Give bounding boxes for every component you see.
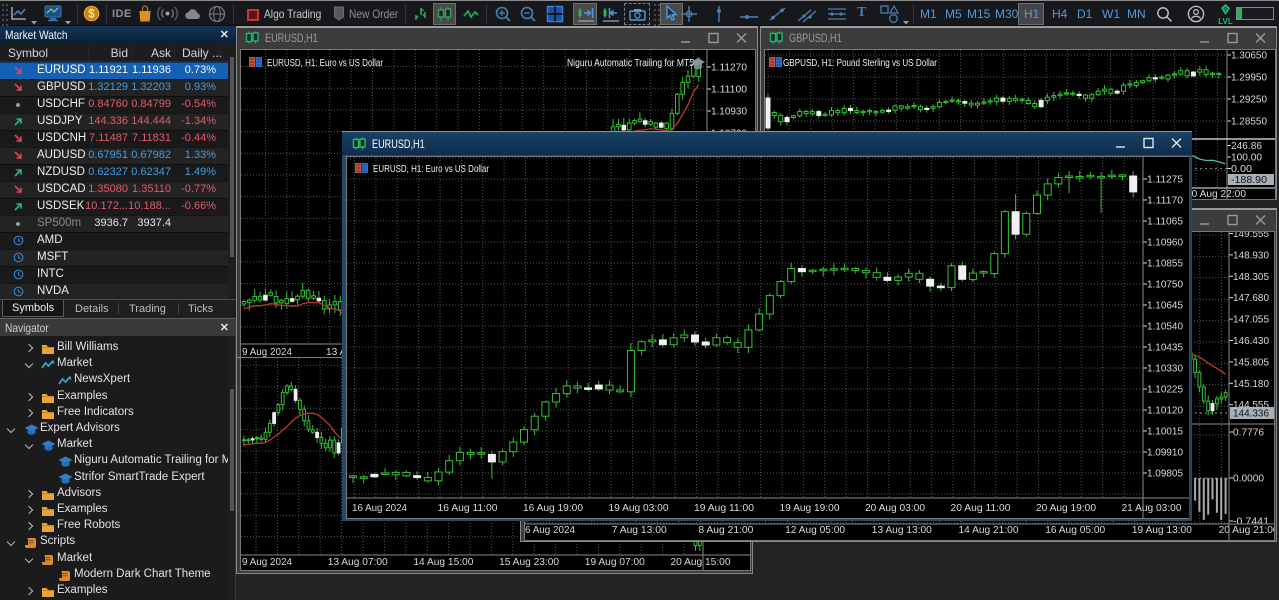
svg-text:19 Aug 11:00: 19 Aug 11:00 bbox=[694, 502, 754, 514]
svg-text:19 Aug 03:00: 19 Aug 03:00 bbox=[609, 502, 669, 514]
svg-text:1.10855: 1.10855 bbox=[1147, 258, 1183, 270]
svg-text:12 Aug 05:00: 12 Aug 05:00 bbox=[785, 524, 845, 536]
svg-text:20 Aug 15:00: 20 Aug 15:00 bbox=[671, 556, 731, 568]
svg-text:148.930: 148.930 bbox=[1233, 249, 1269, 261]
svg-text:LVL: LVL bbox=[1218, 17, 1233, 25]
svg-text:20 Aug 03:00: 20 Aug 03:00 bbox=[865, 502, 925, 514]
svg-text:9 Aug 2024: 9 Aug 2024 bbox=[242, 346, 292, 357]
svg-text:1.11100: 1.11100 bbox=[711, 84, 747, 96]
svg-text:20 Aug 19:00: 20 Aug 19:00 bbox=[1036, 502, 1096, 514]
svg-text:147.680: 147.680 bbox=[1233, 292, 1269, 304]
svg-text:1.29950: 1.29950 bbox=[1231, 72, 1267, 84]
svg-text:20 Aug 11:00: 20 Aug 11:00 bbox=[951, 502, 1011, 514]
svg-text:146.430: 146.430 bbox=[1233, 335, 1269, 347]
svg-text:0.7776: 0.7776 bbox=[1233, 427, 1264, 439]
svg-text:-188.90: -188.90 bbox=[1231, 174, 1267, 186]
svg-text:14 Aug 21:00: 14 Aug 21:00 bbox=[959, 524, 1019, 536]
svg-text:1.10540: 1.10540 bbox=[1147, 321, 1183, 333]
svg-text:1.10330: 1.10330 bbox=[1147, 363, 1183, 375]
svg-text:EURUSD, H1: Euro vs US Dollar: EURUSD, H1: Euro vs US Dollar bbox=[267, 57, 383, 69]
svg-text:1.10225: 1.10225 bbox=[1147, 384, 1183, 396]
svg-text:1.11270: 1.11270 bbox=[711, 62, 747, 74]
svg-text:14 Aug 15:00: 14 Aug 15:00 bbox=[413, 556, 473, 568]
svg-text:100.00: 100.00 bbox=[1231, 152, 1262, 164]
svg-text:16 Aug 11:00: 16 Aug 11:00 bbox=[438, 502, 498, 514]
svg-text:21 Aug 03:00: 21 Aug 03:00 bbox=[1122, 502, 1182, 514]
svg-text:9 Aug 2024: 9 Aug 2024 bbox=[242, 556, 292, 568]
svg-text:148.305: 148.305 bbox=[1233, 271, 1269, 283]
svg-text:1.11065: 1.11065 bbox=[1147, 216, 1183, 228]
svg-text:1.10960: 1.10960 bbox=[1147, 237, 1183, 249]
svg-text:16 Aug 2024: 16 Aug 2024 bbox=[352, 502, 407, 514]
svg-text:144.336: 144.336 bbox=[1233, 408, 1269, 420]
svg-text:19 Aug 07:00: 19 Aug 07:00 bbox=[585, 556, 645, 568]
svg-text:0.0000: 0.0000 bbox=[1233, 473, 1264, 485]
svg-text:1.29250: 1.29250 bbox=[1231, 94, 1267, 106]
svg-text:7 Aug 13:00: 7 Aug 13:00 bbox=[612, 524, 667, 536]
svg-text:147.055: 147.055 bbox=[1233, 314, 1269, 326]
svg-text:1.10015: 1.10015 bbox=[1147, 426, 1183, 438]
svg-text:1.30650: 1.30650 bbox=[1231, 50, 1267, 62]
svg-text:19 Aug 13:00: 19 Aug 13:00 bbox=[1132, 524, 1192, 536]
svg-text:1.11170: 1.11170 bbox=[1147, 195, 1183, 207]
svg-text:20 Aug 21:00: 20 Aug 21:00 bbox=[1219, 524, 1274, 536]
svg-text:1.11275: 1.11275 bbox=[1147, 174, 1183, 186]
svg-text:8 Aug 21:00: 8 Aug 21:00 bbox=[698, 524, 753, 536]
svg-text:1.10120: 1.10120 bbox=[1147, 405, 1183, 417]
svg-text:6 Aug 2024: 6 Aug 2024 bbox=[525, 524, 575, 536]
svg-text:1.10435: 1.10435 bbox=[1147, 342, 1183, 354]
svg-text:13 Aug 13:00: 13 Aug 13:00 bbox=[872, 524, 932, 536]
svg-text:19 Aug 19:00: 19 Aug 19:00 bbox=[780, 502, 840, 514]
svg-text:16 Aug 19:00: 16 Aug 19:00 bbox=[523, 502, 583, 514]
svg-text:1.10750: 1.10750 bbox=[1147, 279, 1183, 291]
svg-text:16 Aug 05:00: 16 Aug 05:00 bbox=[1045, 524, 1105, 536]
svg-text:13 Aug 07:00: 13 Aug 07:00 bbox=[328, 556, 388, 568]
svg-text:1.09805: 1.09805 bbox=[1147, 468, 1183, 480]
svg-text:EURUSD, H1: Euro vs US Dollar: EURUSD, H1: Euro vs US Dollar bbox=[373, 163, 489, 175]
svg-text:20 Aug 22:00: 20 Aug 22:00 bbox=[1186, 188, 1246, 199]
svg-text:GBPUSD, H1: Pound Sterling vs: GBPUSD, H1: Pound Sterling vs US Dollar bbox=[783, 57, 937, 69]
svg-text:15 Aug 23:00: 15 Aug 23:00 bbox=[499, 556, 559, 568]
svg-text:246.86: 246.86 bbox=[1231, 140, 1262, 152]
svg-text:Niguru Automatic Trailing for: Niguru Automatic Trailing for MT5 bbox=[567, 57, 694, 69]
svg-text:145.180: 145.180 bbox=[1233, 378, 1269, 390]
svg-text:1.10645: 1.10645 bbox=[1147, 300, 1183, 312]
svg-text:1.09910: 1.09910 bbox=[1147, 447, 1183, 459]
svg-text:$: $ bbox=[88, 9, 95, 21]
svg-text:1.10930: 1.10930 bbox=[711, 106, 747, 118]
svg-text:145.805: 145.805 bbox=[1233, 356, 1269, 368]
svg-text:1.28550: 1.28550 bbox=[1231, 116, 1267, 128]
svg-text:149.555: 149.555 bbox=[1233, 232, 1269, 240]
